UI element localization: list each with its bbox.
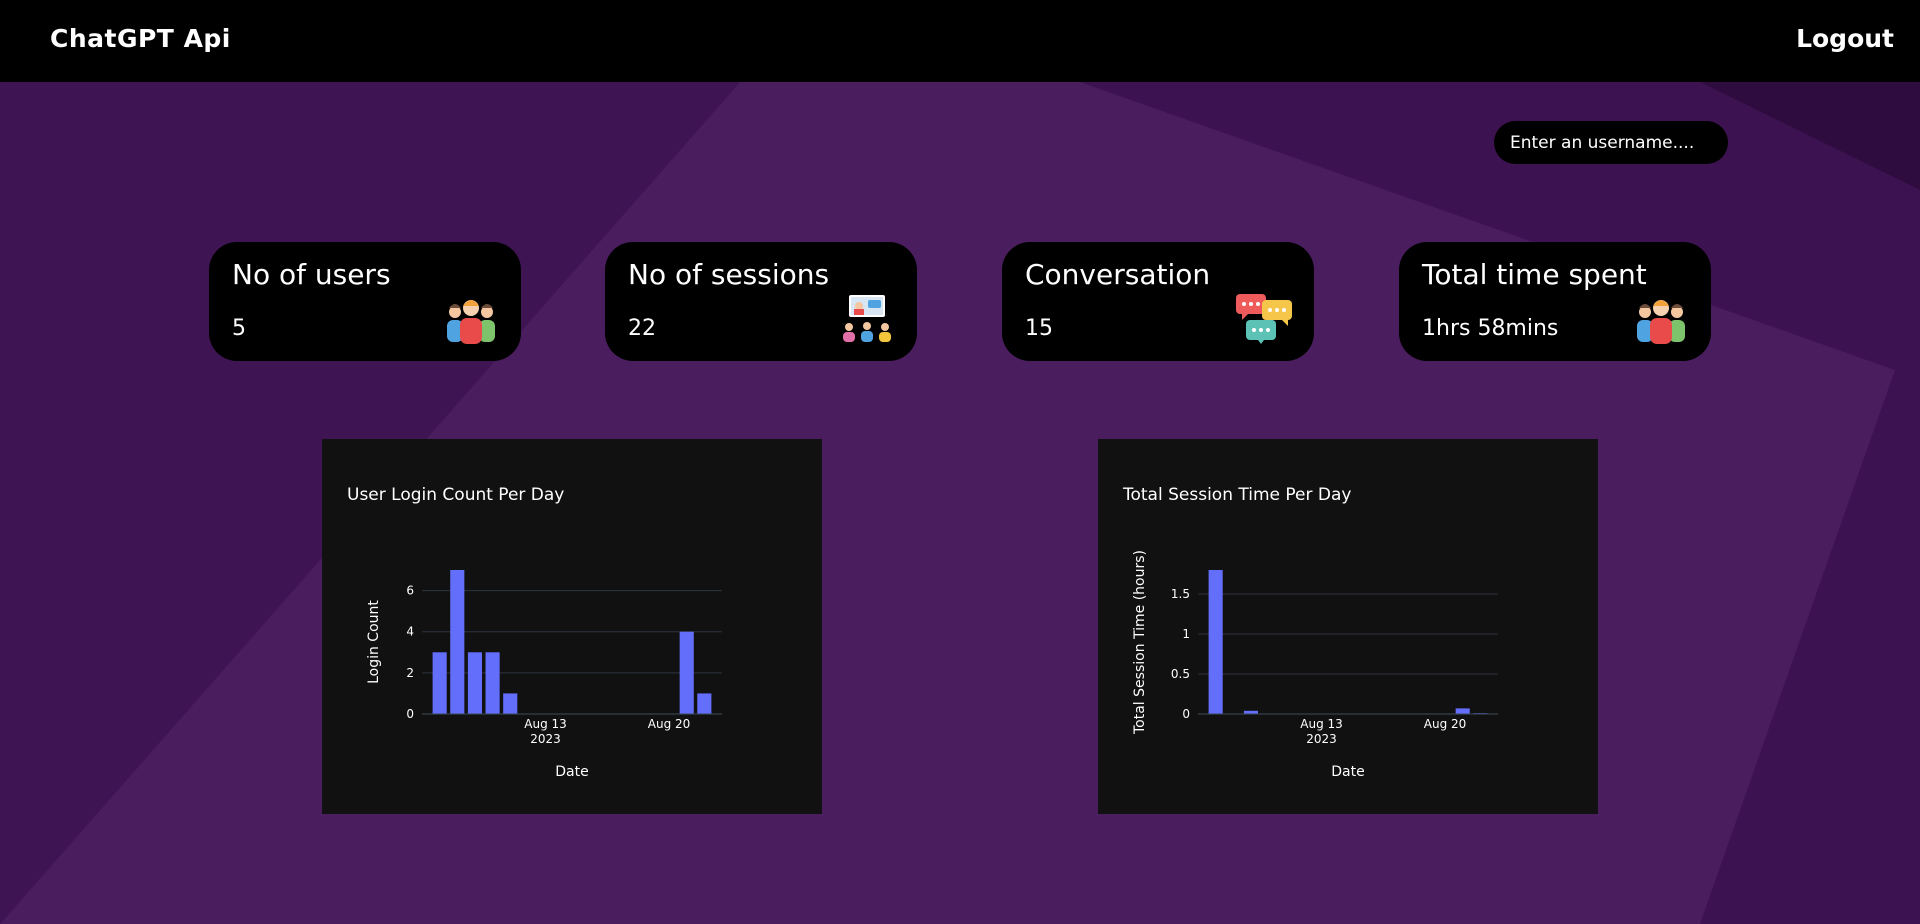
users-group-icon [1637, 300, 1685, 344]
stat-card-value: 5 [232, 316, 246, 341]
y-tick-label: 0.5 [1171, 667, 1190, 681]
chart-title: User Login Count Per Day [347, 485, 565, 505]
users-group-icon [447, 300, 495, 344]
bar [503, 693, 518, 714]
bar [485, 652, 500, 714]
y-tick-label: 0 [406, 707, 414, 721]
stat-card-value: 1hrs 58mins [1422, 316, 1559, 341]
y-tick-label: 4 [406, 625, 414, 639]
stat-card-value: 22 [628, 316, 656, 341]
y-tick-label: 0 [1182, 707, 1190, 721]
bar [467, 652, 482, 714]
bar [679, 631, 694, 714]
bar [450, 570, 465, 714]
y-tick-label: 1 [1182, 627, 1190, 641]
bar [1455, 708, 1470, 714]
bar [1208, 570, 1223, 714]
video-meeting-icon [843, 295, 891, 342]
app-brand[interactable]: ChatGPT Api [50, 24, 231, 53]
top-navbar: ChatGPT Api Logout [0, 0, 1920, 82]
x-tick-label: Aug 20 [648, 717, 691, 731]
bar [432, 652, 447, 714]
x-tick-sublabel: 2023 [1306, 732, 1337, 746]
chat-bubbles-icon [1236, 294, 1292, 344]
y-axis-title: Login Count [366, 600, 382, 684]
login-count-chart: 0 2 4 6 Aug 13 2023 Aug 20 Date Login Count User… [322, 439, 822, 814]
x-axis-title: Date [555, 764, 588, 780]
x-axis-title: Date [1331, 764, 1364, 780]
stat-card-users: No of users 5 [209, 242, 521, 361]
stat-card-title: No of users [232, 258, 391, 291]
y-tick-label: 1.5 [1171, 587, 1190, 601]
x-tick-label: Aug 20 [1424, 717, 1467, 731]
stat-card-time-spent: Total time spent 1hrs 58mins [1399, 242, 1711, 361]
stat-card-title: Conversation [1025, 258, 1211, 291]
y-axis-title: Total Session Time (hours) [1132, 550, 1148, 735]
username-search-input[interactable] [1494, 121, 1728, 164]
session-time-chart: 0 0.5 1 1.5 Aug 13 2023 Aug 20 Date Total Sessio… [1098, 439, 1598, 814]
y-tick-label: 6 [406, 584, 414, 598]
stat-card-title: No of sessions [628, 258, 830, 291]
x-tick-label: Aug 13 [1300, 717, 1343, 731]
stat-card-title: Total time spent [1422, 258, 1647, 291]
y-tick-label: 2 [406, 666, 414, 680]
stat-card-conversation: Conversation 15 [1002, 242, 1314, 361]
logout-button[interactable]: Logout [1796, 24, 1894, 53]
bar [697, 693, 712, 714]
stat-card-sessions: No of sessions 22 [605, 242, 917, 361]
x-tick-sublabel: 2023 [530, 732, 561, 746]
stat-card-value: 15 [1025, 316, 1053, 341]
chart-title: Total Session Time Per Day [1123, 485, 1352, 505]
x-tick-label: Aug 13 [524, 717, 567, 731]
